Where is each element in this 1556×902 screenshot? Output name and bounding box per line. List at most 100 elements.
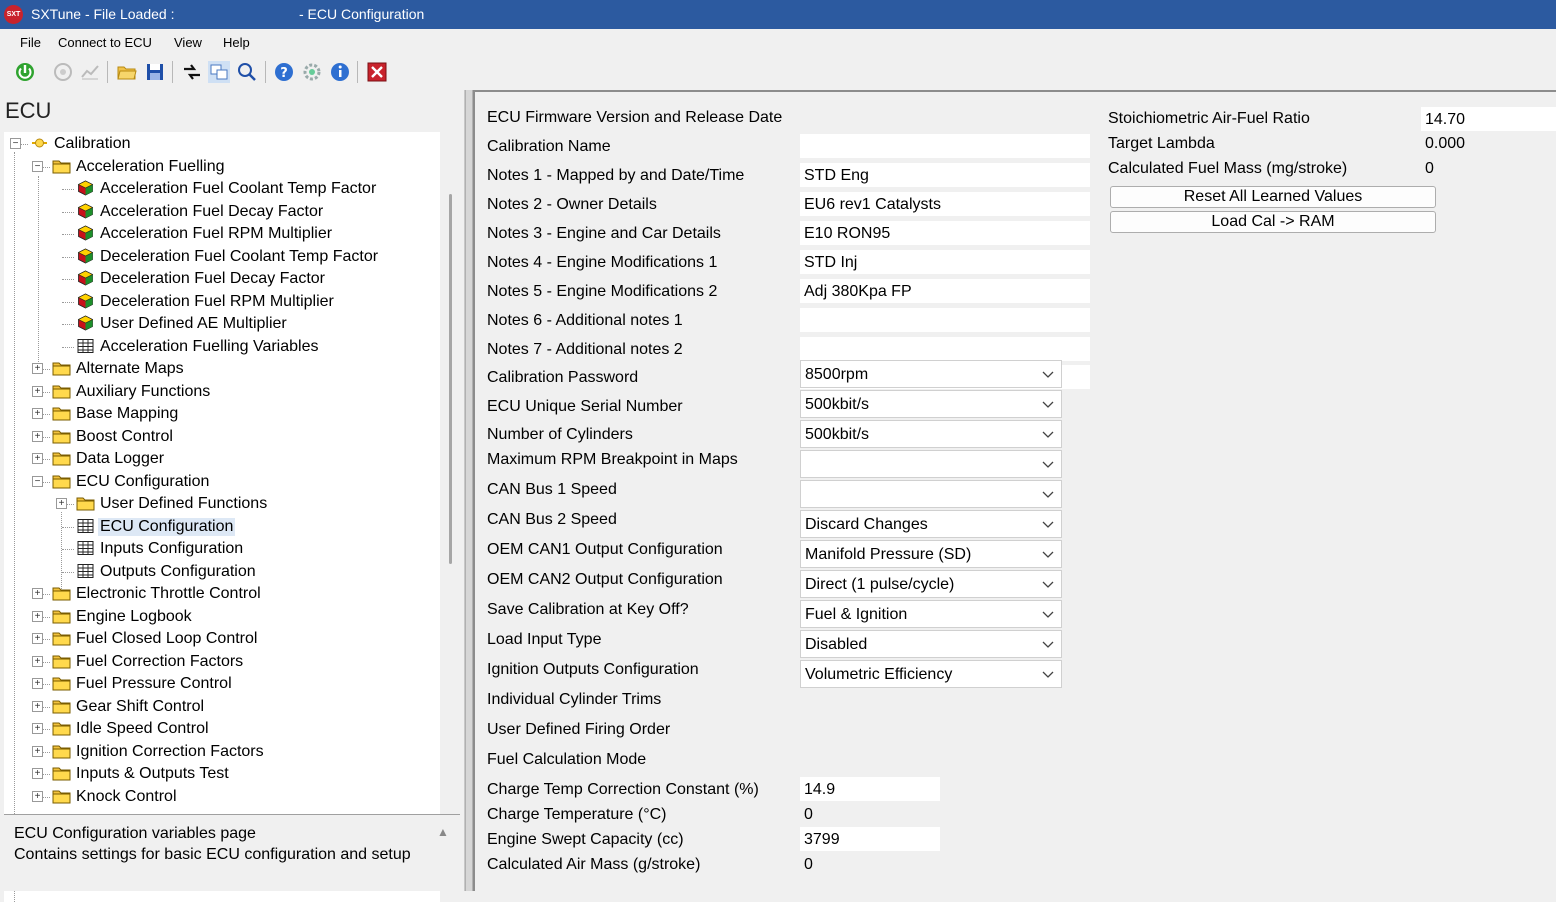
tree-item[interactable]: Acceleration Fuel Coolant Temp Factor [4,178,440,200]
field-input[interactable]: STD Eng [800,163,1090,187]
tree-item[interactable]: + Ignition Correction Factors [4,741,440,763]
tree-item[interactable]: + Alternate Maps [4,358,440,380]
field-dropdown[interactable]: 500kbit/s [800,390,1062,418]
field-dropdown[interactable] [800,480,1062,508]
field-input[interactable]: EU6 rev1 Catalysts [800,192,1090,216]
tree-item[interactable]: Inputs Configuration [4,538,440,560]
field-input[interactable]: E10 RON95 [800,221,1090,245]
tree-item[interactable]: + User Defined Functions [4,493,440,515]
expand-icon[interactable]: + [32,633,43,644]
tree-scrollbar[interactable] [440,132,460,902]
description-scrollbar[interactable]: ▲ [432,814,460,891]
copy-windows-icon[interactable] [208,61,230,83]
expand-icon[interactable]: + [32,588,43,599]
expand-icon[interactable]: + [32,678,43,689]
collapse-icon[interactable]: − [10,138,21,149]
expand-icon[interactable]: + [32,408,43,419]
field-dropdown[interactable]: Discard Changes [800,510,1062,538]
load-cal-to-ram-button[interactable]: Load Cal -> RAM [1110,211,1436,233]
tree-item[interactable]: + Auxiliary Functions [4,381,440,403]
field-dropdown[interactable]: 8500rpm [800,360,1062,388]
chevron-down-icon[interactable] [1041,457,1055,471]
chevron-down-icon[interactable] [1041,517,1055,531]
expand-icon[interactable]: + [32,700,43,712]
search-icon[interactable] [236,61,258,83]
expand-icon[interactable]: + [32,453,43,464]
tree-item[interactable]: + Idle Speed Control [4,718,440,740]
tree-item[interactable]: + Boost Control [4,426,440,448]
field-input[interactable] [800,308,1090,332]
chevron-down-icon[interactable] [1041,397,1055,411]
expand-icon[interactable]: + [32,745,43,757]
tree-item[interactable]: Acceleration Fuel RPM Multiplier [4,223,440,245]
tree-item[interactable]: + Base Mapping [4,403,440,425]
chevron-down-icon[interactable] [1041,367,1055,381]
tree-item[interactable]: + Data Logger [4,448,440,470]
chevron-down-icon[interactable] [1041,427,1055,441]
menu-view[interactable]: View [174,35,202,50]
field-dropdown[interactable]: Volumetric Efficiency [800,660,1062,688]
tree-item[interactable]: Acceleration Fuel Decay Factor [4,201,440,223]
field-dropdown[interactable] [800,450,1062,478]
help-icon[interactable]: ? [273,61,295,83]
tree-item[interactable]: + Inputs & Outputs Test [4,763,440,785]
connect-power-icon[interactable] [14,61,36,83]
scroll-up-arrow-icon[interactable]: ▲ [437,825,449,839]
field-input[interactable] [800,134,1090,158]
field-dropdown[interactable]: Manifold Pressure (SD) [800,540,1062,568]
tree-item[interactable]: Acceleration Fuelling Variables [4,336,440,358]
expand-icon[interactable]: + [32,723,43,734]
tree-item[interactable]: − Calibration [4,133,440,155]
field-dropdown[interactable]: Direct (1 pulse/cycle) [800,570,1062,598]
chevron-down-icon[interactable] [1041,577,1055,591]
field-input[interactable] [800,337,1090,361]
save-icon[interactable] [144,61,166,83]
field-input[interactable]: 3799 [800,827,940,851]
reset-learned-values-button[interactable]: Reset All Learned Values [1110,186,1436,208]
chevron-down-icon[interactable] [1041,607,1055,621]
exit-close-icon[interactable] [366,61,388,83]
field-input[interactable]: 14.9 [800,777,940,801]
tree-item[interactable]: + Fuel Pressure Control [4,673,440,695]
expand-icon[interactable]: + [32,385,43,397]
tree-item[interactable]: + Knock Control [4,786,440,808]
tree-item[interactable]: User Defined AE Multiplier [4,313,440,335]
expand-icon[interactable]: + [32,768,43,779]
field-input[interactable]: 14.70 [1421,107,1556,131]
tree-item[interactable]: − ECU Configuration [4,471,440,493]
field-dropdown[interactable]: Disabled [800,630,1062,658]
tree-item[interactable]: + Electronic Throttle Control [4,583,440,605]
expand-icon[interactable]: + [32,610,43,622]
menu-connect-to-ecu[interactable]: Connect to ECU [58,35,152,50]
panel-splitter[interactable] [465,90,473,891]
collapse-icon[interactable]: − [32,160,43,172]
expand-icon[interactable]: + [56,498,67,509]
settings-gear-icon[interactable] [301,61,323,83]
menu-file[interactable]: File [20,35,41,50]
expand-icon[interactable]: + [32,430,43,442]
chevron-down-icon[interactable] [1041,547,1055,561]
expand-icon[interactable]: + [32,790,43,802]
expand-icon[interactable]: + [32,363,43,374]
field-dropdown[interactable]: 500kbit/s [800,420,1062,448]
info-icon[interactable] [329,61,351,83]
field-input[interactable]: Adj 380Kpa FP [800,279,1090,303]
tree-item[interactable]: + Engine Logbook [4,606,440,628]
chevron-down-icon[interactable] [1041,637,1055,651]
tree-item[interactable]: + Fuel Correction Factors [4,651,440,673]
open-folder-icon[interactable] [116,61,138,83]
tree-item[interactable]: Deceleration Fuel Decay Factor [4,268,440,290]
tree-item[interactable]: − Acceleration Fuelling [4,156,440,178]
tree-item[interactable]: ECU Configuration [4,516,440,538]
tree-item[interactable]: Deceleration Fuel Coolant Temp Factor [4,246,440,268]
tree-item[interactable]: + Fuel Closed Loop Control [4,628,440,650]
chevron-down-icon[interactable] [1041,667,1055,681]
scrollbar-thumb[interactable] [449,194,452,564]
field-dropdown[interactable]: Fuel & Ignition [800,600,1062,628]
tree-item[interactable]: + Gear Shift Control [4,696,440,718]
transfer-arrow-icon[interactable] [181,61,203,83]
field-input[interactable]: STD Inj [800,250,1090,274]
tree-item[interactable]: Deceleration Fuel RPM Multiplier [4,291,440,313]
chevron-down-icon[interactable] [1041,487,1055,501]
disconnect-icon[interactable] [52,61,74,83]
